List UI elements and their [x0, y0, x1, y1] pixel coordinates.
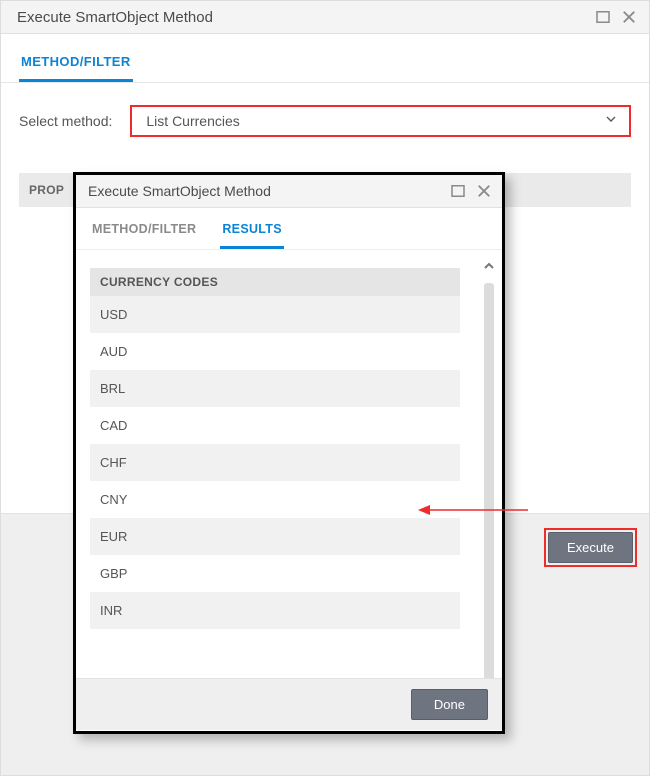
table-row[interactable]: INR: [90, 592, 460, 629]
column-header: CURRENCY CODES: [90, 268, 460, 296]
dialog-title: Execute SmartObject Method: [17, 9, 213, 26]
select-method-row: Select method: List Currencies: [1, 83, 649, 155]
done-button[interactable]: Done: [411, 689, 488, 720]
scrollbar-track[interactable]: [484, 283, 494, 678]
results-area: CURRENCY CODES USDAUDBRLCADCHFCNYEURGBPI…: [76, 250, 502, 678]
results-window-controls: [448, 181, 494, 201]
chevron-down-icon: [603, 111, 619, 132]
execute-highlight: Execute: [544, 528, 637, 567]
table-row[interactable]: GBP: [90, 555, 460, 592]
tab-bar: METHOD/FILTER: [1, 34, 649, 83]
tab-method-filter[interactable]: METHOD/FILTER: [19, 48, 133, 82]
scrollbar-vertical[interactable]: [480, 258, 498, 678]
results-footer: Done: [76, 678, 502, 730]
method-select[interactable]: List Currencies: [130, 105, 631, 137]
tab-results[interactable]: RESULTS: [220, 218, 284, 249]
table-row[interactable]: CHF: [90, 444, 460, 481]
maximize-icon[interactable]: [448, 181, 468, 201]
results-body: METHOD/FILTER RESULTS CURRENCY CODES USD…: [76, 208, 502, 730]
maximize-icon[interactable]: [593, 7, 613, 27]
table-row[interactable]: CNY: [90, 481, 460, 518]
select-method-label: Select method:: [19, 113, 112, 129]
results-dialog-title: Execute SmartObject Method: [88, 183, 271, 199]
results-tab-bar: METHOD/FILTER RESULTS: [76, 208, 502, 250]
close-icon[interactable]: [619, 7, 639, 27]
execute-button[interactable]: Execute: [548, 532, 633, 563]
table-row[interactable]: CAD: [90, 407, 460, 444]
close-icon[interactable]: [474, 181, 494, 201]
window-controls: [593, 7, 639, 27]
chevron-up-icon[interactable]: [481, 258, 497, 279]
table-row[interactable]: BRL: [90, 370, 460, 407]
results-dialog: Execute SmartObject Method METHOD/FILTER…: [73, 172, 505, 734]
properties-label: PROP: [19, 183, 64, 197]
method-select-value: List Currencies: [146, 113, 239, 129]
results-column: CURRENCY CODES USDAUDBRLCADCHFCNYEURGBPI…: [90, 268, 460, 629]
dialog-header: Execute SmartObject Method: [1, 1, 649, 34]
results-dialog-header: Execute SmartObject Method: [76, 175, 502, 208]
table-row[interactable]: EUR: [90, 518, 460, 555]
tab-method-filter-inner[interactable]: METHOD/FILTER: [90, 218, 198, 249]
table-row[interactable]: AUD: [90, 333, 460, 370]
table-row[interactable]: USD: [90, 296, 460, 333]
